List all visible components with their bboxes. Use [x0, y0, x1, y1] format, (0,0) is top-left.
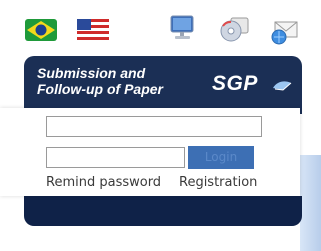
- cd-icon[interactable]: [218, 14, 252, 44]
- remind-password-link[interactable]: Remind password: [46, 175, 161, 190]
- registration-link[interactable]: Registration: [179, 175, 257, 190]
- sgp-logo-text: SGP: [212, 72, 258, 95]
- password-input[interactable]: [46, 147, 185, 168]
- sgp-logo-icon: [271, 77, 293, 91]
- banner-title-line2: Follow-up of Paper: [37, 81, 163, 97]
- banner-title: Submission and Follow-up of Paper: [37, 65, 163, 97]
- login-panel: Login Remind password Registration: [0, 108, 300, 196]
- header-banner: Submission and Follow-up of Paper SGP: [24, 56, 302, 114]
- monitor-icon[interactable]: [168, 14, 198, 42]
- side-shadow-panel: [300, 155, 321, 251]
- banner-title-line1: Submission and: [37, 65, 146, 81]
- brazil-flag-icon[interactable]: [24, 18, 58, 42]
- username-input[interactable]: [46, 116, 262, 137]
- mail-icon[interactable]: [268, 16, 302, 46]
- footer-bar: [24, 196, 302, 226]
- login-button[interactable]: Login: [188, 146, 254, 169]
- usa-flag-icon[interactable]: [76, 18, 110, 42]
